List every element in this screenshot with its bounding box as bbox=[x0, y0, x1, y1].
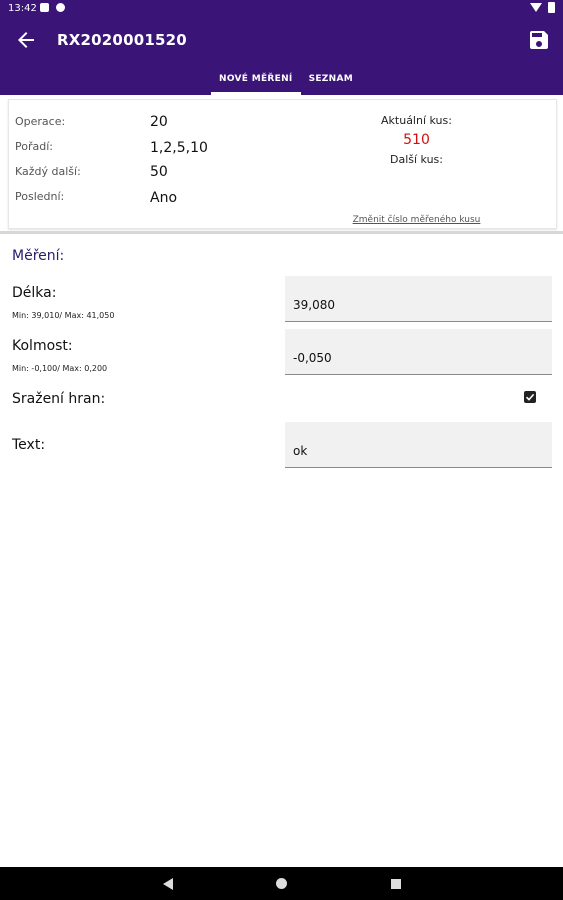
floppy-disk-icon bbox=[530, 31, 548, 49]
kolmost-input-value: -0,050 bbox=[293, 351, 332, 365]
srazeni-hran-label: Sražení hran: bbox=[12, 391, 106, 407]
kazdy-dalsi-label: Každý další: bbox=[15, 165, 81, 178]
nav-recents-icon[interactable] bbox=[391, 879, 401, 889]
arrow-left-icon bbox=[18, 32, 34, 48]
posledni-value: Ano bbox=[150, 190, 178, 206]
nav-back-icon[interactable] bbox=[163, 878, 173, 890]
nav-home-icon[interactable] bbox=[276, 878, 287, 889]
kolmost-label: Kolmost: bbox=[12, 338, 73, 354]
status-time: 13:42 bbox=[8, 3, 37, 14]
next-piece-label: Další kus: bbox=[390, 153, 443, 166]
info-card: Operace: 20 Pořadí: 1,2,5,10 Každý další… bbox=[8, 99, 557, 229]
section-title: Měření: bbox=[12, 248, 65, 264]
delka-input[interactable]: 39,080 bbox=[285, 276, 552, 322]
srazeni-hran-checkbox[interactable] bbox=[524, 391, 536, 403]
at-icon bbox=[56, 3, 65, 12]
text-input[interactable]: ok bbox=[285, 422, 552, 468]
change-piece-link[interactable]: Změnit číslo měřeného kusu bbox=[353, 215, 481, 225]
tab-bar: NOVÉ MĚŘENÍ SEZNAM bbox=[211, 66, 361, 95]
delka-label: Délka: bbox=[12, 285, 57, 301]
kolmost-range: Min: -0,100/ Max: 0,200 bbox=[12, 364, 108, 373]
current-piece-label: Aktuální kus: bbox=[381, 114, 452, 127]
back-button[interactable] bbox=[14, 28, 38, 52]
delka-range: Min: 39,010/ Max: 41,050 bbox=[12, 311, 115, 320]
wifi-icon bbox=[530, 3, 542, 12]
operace-label: Operace: bbox=[15, 115, 66, 128]
text-label: Text: bbox=[12, 437, 46, 453]
tab-nove-mereni[interactable]: NOVÉ MĚŘENÍ bbox=[211, 66, 301, 95]
delka-input-value: 39,080 bbox=[293, 298, 335, 312]
notification-icon bbox=[40, 3, 49, 12]
poradi-label: Pořadí: bbox=[15, 140, 53, 153]
tab-seznam[interactable]: SEZNAM bbox=[301, 66, 361, 95]
page-title: RX2020001520 bbox=[57, 31, 187, 49]
current-piece-value: 510 bbox=[403, 132, 430, 148]
poradi-value: 1,2,5,10 bbox=[150, 140, 208, 156]
posledni-label: Poslední: bbox=[15, 190, 65, 203]
battery-icon bbox=[548, 2, 555, 13]
status-bar: 13:42 bbox=[0, 0, 563, 18]
text-input-value: ok bbox=[293, 444, 308, 458]
kazdy-dalsi-value: 50 bbox=[150, 164, 168, 180]
divider bbox=[0, 231, 563, 234]
save-button[interactable] bbox=[527, 28, 551, 52]
kolmost-input[interactable]: -0,050 bbox=[285, 329, 552, 375]
operace-value: 20 bbox=[150, 114, 168, 130]
check-icon bbox=[525, 393, 535, 401]
nav-bar bbox=[0, 867, 563, 900]
current-piece: Aktuální kus: 510 Další kus: bbox=[309, 114, 524, 166]
